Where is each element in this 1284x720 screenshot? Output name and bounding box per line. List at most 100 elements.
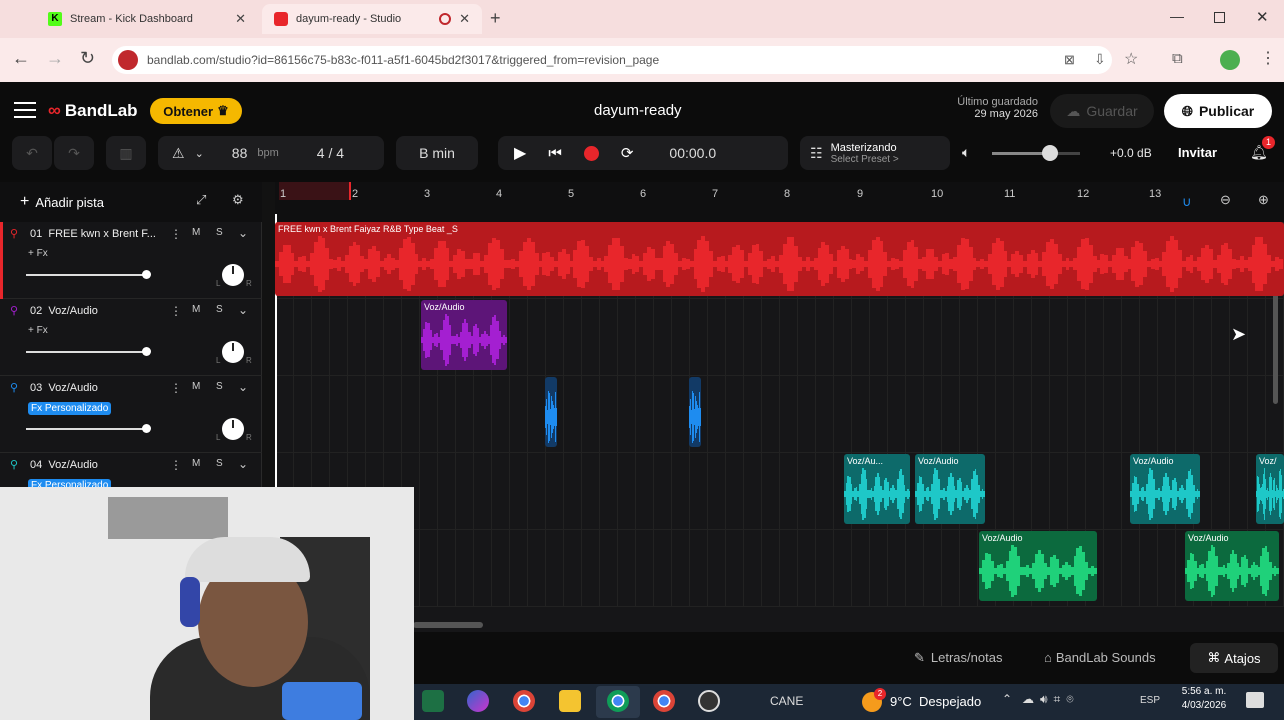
undo-button[interactable]: ↶: [12, 136, 52, 170]
notifications-icon[interactable]: [1246, 692, 1264, 708]
install-icon[interactable]: ⇩: [1094, 51, 1106, 68]
tab-kick-dashboard[interactable]: K Stream - Kick Dashboard ✕: [36, 4, 258, 34]
time-signature[interactable]: 4 / 4: [317, 145, 344, 161]
horizontal-scrollbar[interactable]: [413, 622, 483, 628]
track-volume-slider[interactable]: [26, 347, 151, 356]
loop-region[interactable]: [279, 182, 351, 200]
track-name[interactable]: 04 Voz/Audio: [30, 459, 98, 471]
slider-thumb[interactable]: [142, 270, 151, 279]
volume-thumb[interactable]: [1042, 145, 1058, 161]
close-tab-icon[interactable]: ✕: [235, 11, 246, 27]
audio-clip[interactable]: Voz/Audio: [421, 300, 507, 370]
slider-thumb[interactable]: [142, 424, 151, 433]
arrangement-area[interactable]: ➤ FREE kwn x Brent Faiyaz R&B Type Beat …: [275, 214, 1284, 632]
profile-avatar[interactable]: [1220, 50, 1240, 70]
snap-icon[interactable]: ∪: [1182, 194, 1192, 210]
mic-icon[interactable]: ⚲: [10, 227, 18, 240]
solo-button[interactable]: S: [216, 458, 223, 469]
hamburger-menu-icon[interactable]: [14, 102, 36, 118]
tray-icons[interactable]: ☁🔊︎⌗⌾: [1022, 692, 1080, 707]
obs-icon[interactable]: [698, 690, 720, 712]
clock[interactable]: 5:56 a. m. 4/03/2026: [1174, 686, 1234, 711]
mic-icon[interactable]: ⚲: [10, 458, 18, 471]
skip-back-icon[interactable]: ⏮︎: [548, 145, 562, 162]
chrome-icon-3[interactable]: [653, 690, 675, 712]
forward-icon[interactable]: →: [46, 48, 64, 69]
mastering-button[interactable]: ☷ Masterizando Select Preset >: [800, 136, 950, 170]
track-menu-icon[interactable]: ⋮: [170, 381, 182, 395]
minimize-icon[interactable]: —: [1170, 8, 1184, 24]
lyrics-button[interactable]: ✎ Letras/notas: [914, 650, 1002, 666]
save-button[interactable]: ☁ Guardar: [1050, 94, 1154, 128]
metronome-icon[interactable]: ⚠︎: [172, 145, 185, 162]
browser-menu-icon[interactable]: ⋮: [1260, 48, 1276, 68]
bookmark-star-icon[interactable]: ☆: [1124, 49, 1138, 69]
track-row[interactable]: ⚲ 02 Voz/Audio ⋮ M S ⌄ + Fx L R: [0, 299, 262, 376]
audio-clip[interactable]: [689, 377, 701, 447]
solo-button[interactable]: S: [216, 304, 223, 315]
bandlab-sounds-button[interactable]: ⌂ BandLab Sounds: [1044, 650, 1156, 665]
chrome-icon-2[interactable]: [607, 690, 629, 712]
extensions-icon[interactable]: ⧉: [1172, 50, 1183, 67]
shortcuts-button[interactable]: ⌘ Atajos: [1190, 643, 1278, 673]
invite-button[interactable]: Invitar: [1178, 145, 1217, 160]
back-icon[interactable]: ←: [12, 48, 30, 69]
excel-icon[interactable]: [422, 690, 444, 712]
track-lane[interactable]: [275, 376, 1284, 453]
copilot-icon[interactable]: [467, 690, 489, 712]
fx-button[interactable]: + Fx: [28, 325, 48, 336]
add-track-button[interactable]: + Añadir pista: [12, 190, 130, 214]
bandlab-logo[interactable]: ∞ BandLab: [48, 100, 138, 121]
address-bar[interactable]: bandlab.com/studio?id=86156c75-b83c-f011…: [112, 46, 1112, 74]
key-selector[interactable]: B min: [396, 136, 478, 170]
weather-text[interactable]: 9°C Despejado: [890, 694, 981, 709]
settings-sliders-icon[interactable]: ⚙︎: [232, 192, 244, 208]
tab-bandlab-studio[interactable]: dayum-ready - Studio ✕: [262, 4, 482, 34]
new-tab-icon[interactable]: +: [490, 8, 501, 29]
close-tab-icon[interactable]: ✕: [459, 11, 470, 27]
language-indicator[interactable]: ESP: [1140, 695, 1160, 706]
zoom-in-icon[interactable]: ⊕: [1258, 192, 1269, 208]
audio-clip[interactable]: [545, 377, 557, 447]
audio-clip[interactable]: Voz/Audio: [979, 531, 1097, 601]
audio-clip[interactable]: Voz/Audio: [1130, 454, 1200, 524]
chrome-icon[interactable]: [513, 690, 535, 712]
record-icon[interactable]: [583, 145, 599, 161]
track-row[interactable]: ⚲ 03 Voz/Audio ⋮ M S ⌄ Fx Personalizado …: [0, 376, 262, 453]
obtener-button[interactable]: Obtener ♛: [150, 98, 242, 124]
taskbar-cane-label[interactable]: CANE: [770, 694, 803, 708]
chevron-down-icon[interactable]: ⌄: [195, 147, 204, 160]
loop-icon[interactable]: ⟳: [621, 144, 634, 162]
pan-knob[interactable]: [222, 264, 244, 286]
chevron-down-icon[interactable]: ⌄: [238, 226, 248, 240]
track-name[interactable]: 01 FREE kwn x Brent F...: [30, 228, 156, 240]
pan-knob[interactable]: [222, 341, 244, 363]
reload-icon[interactable]: ↻: [80, 48, 95, 69]
chevron-down-icon[interactable]: ⌄: [238, 303, 248, 317]
fx-button[interactable]: + Fx: [28, 248, 48, 259]
mute-button[interactable]: M: [192, 458, 200, 469]
solo-button[interactable]: S: [216, 381, 223, 392]
audio-clip[interactable]: Voz/: [1256, 454, 1284, 524]
track-name[interactable]: 02 Voz/Audio: [30, 305, 98, 317]
track-volume-slider[interactable]: [26, 424, 151, 433]
translate-icon[interactable]: ⊠: [1064, 52, 1075, 68]
track-menu-icon[interactable]: ⋮: [170, 304, 182, 318]
audio-clip[interactable]: Voz/Audio: [1185, 531, 1279, 601]
play-icon[interactable]: ▶: [514, 143, 526, 163]
file-explorer-icon[interactable]: [559, 690, 581, 712]
maximize-icon[interactable]: [1214, 12, 1225, 23]
track-menu-icon[interactable]: ⋮: [170, 458, 182, 472]
master-volume-slider[interactable]: [992, 145, 1080, 161]
chevron-down-icon[interactable]: ⌄: [238, 380, 248, 394]
close-window-icon[interactable]: ✕: [1256, 8, 1269, 26]
track-volume-slider[interactable]: [26, 270, 151, 279]
track-name[interactable]: 03 Voz/Audio: [30, 382, 98, 394]
audio-clip[interactable]: Voz/Au...: [844, 454, 910, 524]
track-row[interactable]: ⚲ 01 FREE kwn x Brent F... ⋮ M S ⌄ + Fx …: [0, 222, 262, 299]
track-lane[interactable]: [275, 530, 1284, 607]
tray-chevron-icon[interactable]: ⌃: [1002, 692, 1012, 706]
pan-knob[interactable]: [222, 418, 244, 440]
track-menu-icon[interactable]: ⋮: [170, 227, 182, 241]
audio-clip[interactable]: FREE kwn x Brent Faiyaz R&B Type Beat _S: [275, 222, 1284, 296]
